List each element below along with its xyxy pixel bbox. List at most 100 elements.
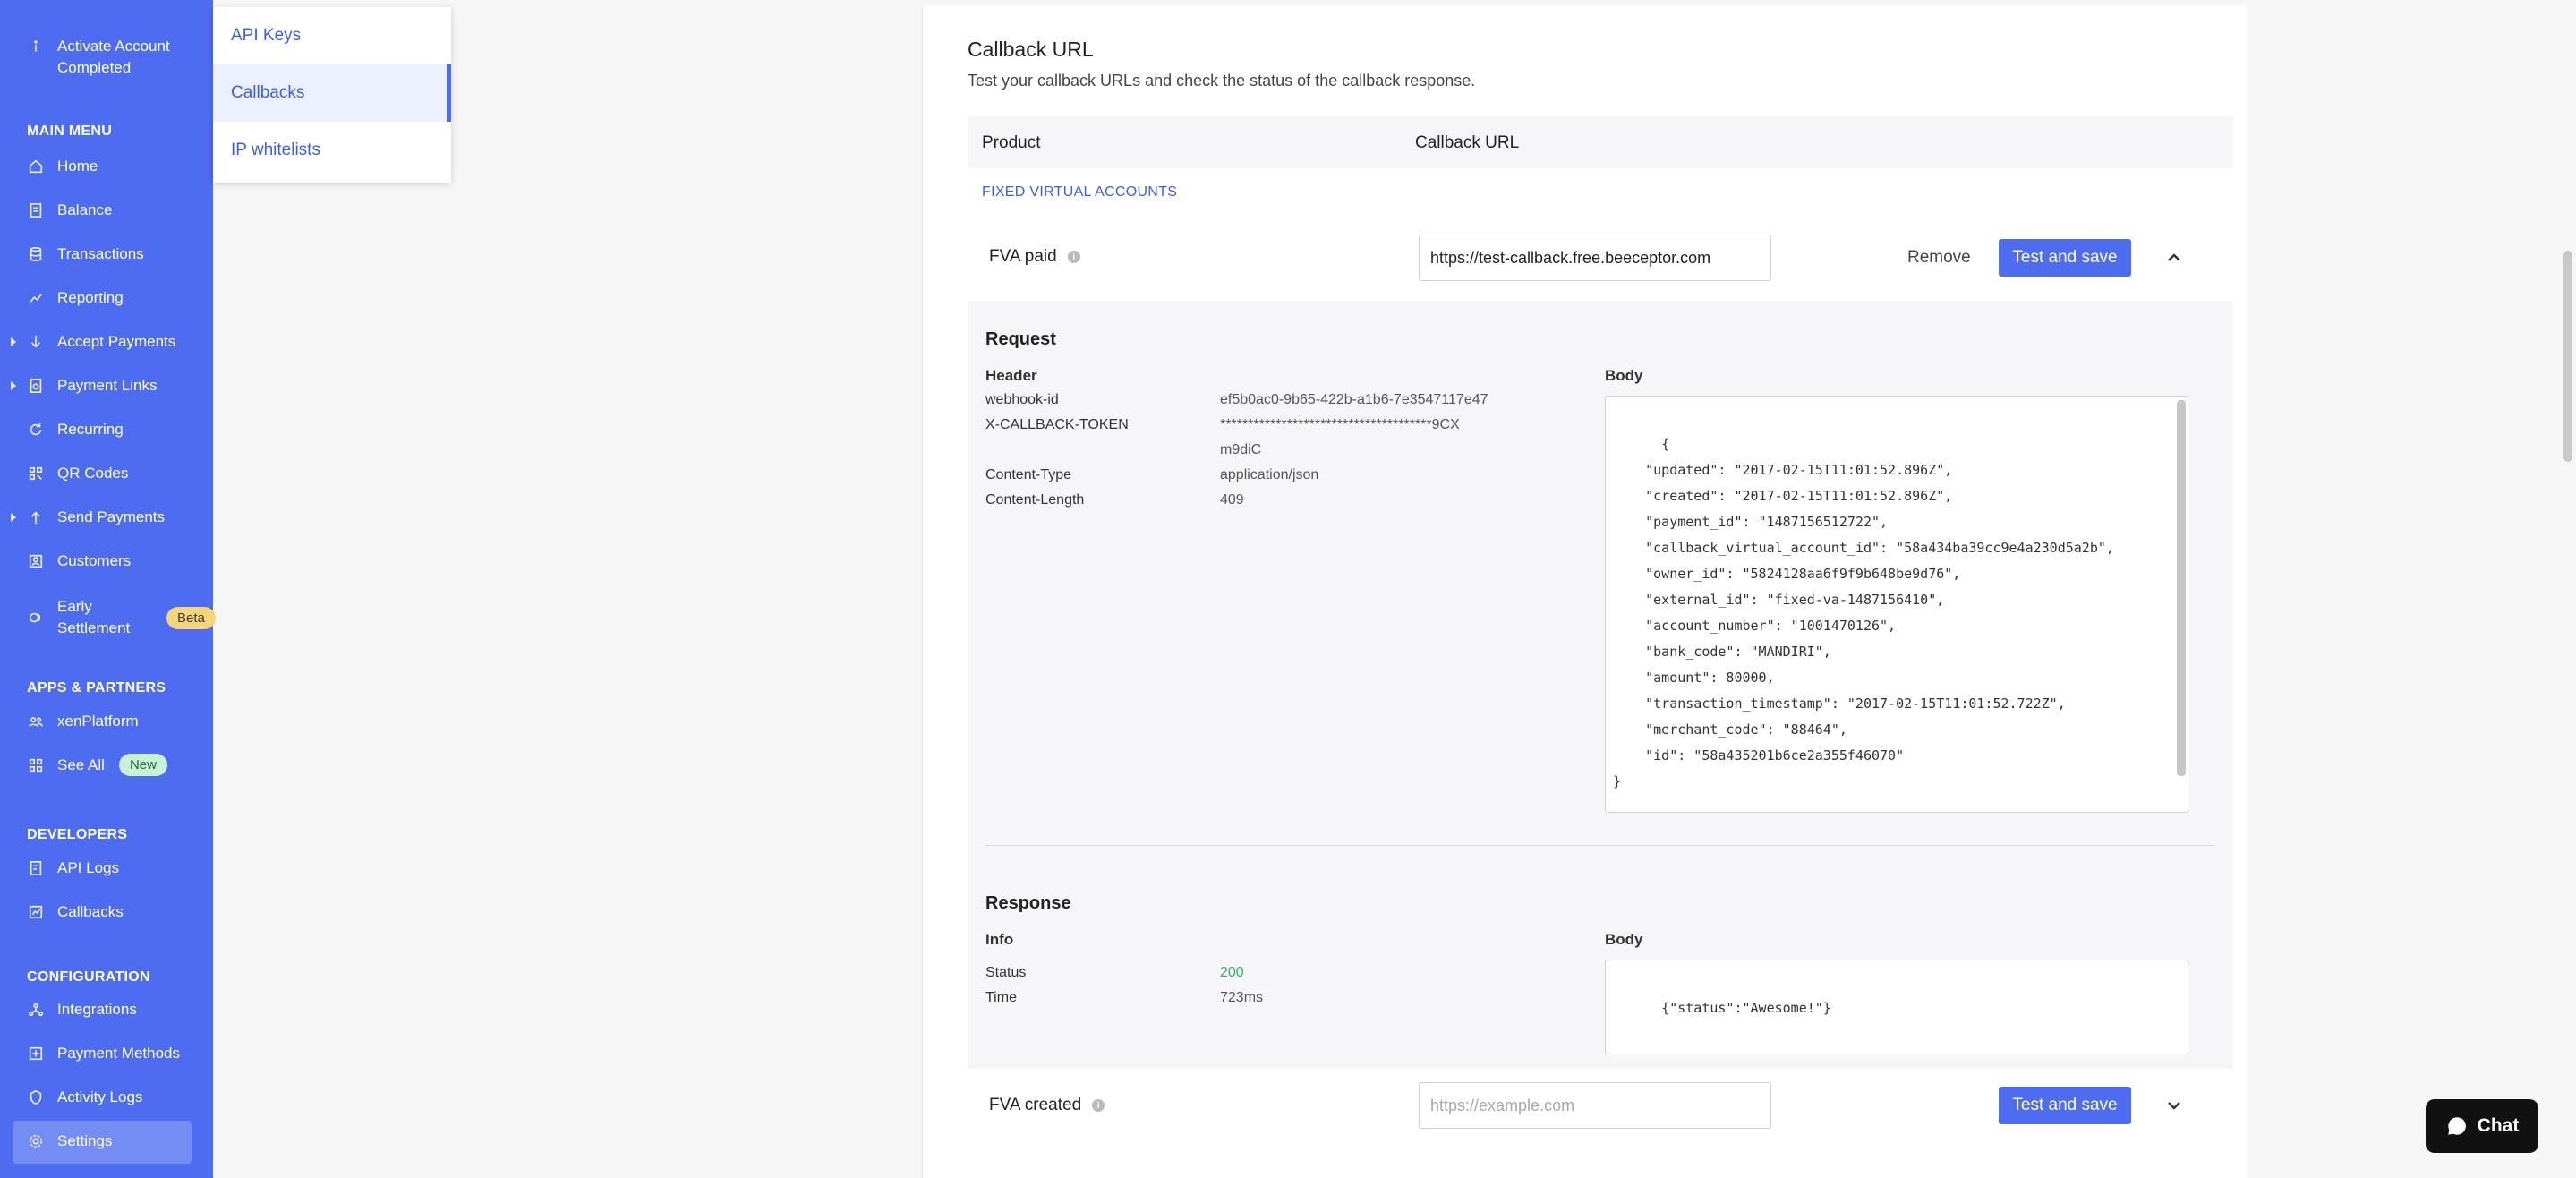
response-title: Response <box>985 893 1071 913</box>
header-value: application/json <box>1220 467 1319 482</box>
response-body-text: {"status":"Awesome!"} <box>1661 1000 1831 1016</box>
fva-paid-url-input[interactable] <box>1419 235 1771 281</box>
sidebar: Activate Account Completed MAIN MENU Hom… <box>0 0 216 1178</box>
response-info-title: Info <box>985 931 1014 948</box>
sidebar-item-callbacks[interactable]: Callbacks <box>27 903 124 921</box>
response-body-title: Body <box>1605 931 1643 948</box>
sidebar-item-label: Recurring <box>57 421 124 438</box>
group-fixed-virtual-accounts: FIXED VIRTUAL ACCOUNTS <box>982 184 1178 200</box>
page-title: Callback URL <box>968 38 1094 61</box>
sidebar-item-see-all[interactable]: See All New <box>27 754 167 776</box>
sidebar-item-customers[interactable]: Customers <box>27 552 131 570</box>
chevron-up-icon[interactable] <box>2163 247 2185 269</box>
page-scrollbar[interactable] <box>2563 251 2572 462</box>
sidebar-item-label: API Logs <box>57 859 119 876</box>
header-value: **************************************9C… <box>1220 417 1460 432</box>
integration-icon <box>27 1001 45 1019</box>
response-body-code[interactable]: {"status":"Awesome!"} <box>1605 960 2188 1054</box>
callback-url-card: Callback URL Test your callback URLs and… <box>922 5 2248 1178</box>
users-icon <box>27 713 45 730</box>
sidebar-item-send-payments[interactable]: Send Payments <box>27 508 165 526</box>
sidebar-item-label: Settings <box>57 1132 113 1149</box>
header-key: X-CALLBACK-TOKEN <box>985 417 1129 432</box>
chart-icon <box>27 289 45 307</box>
table-header: Product Callback URL <box>968 116 2233 168</box>
status-value: 200 <box>1220 965 1244 980</box>
sidebar-item-integrations[interactable]: Integrations <box>27 1001 137 1019</box>
qr-code-icon <box>27 465 45 482</box>
chat-button[interactable]: Chat <box>2426 1099 2538 1153</box>
refresh-icon <box>27 421 45 439</box>
main-menu-title: MAIN MENU <box>27 124 113 139</box>
scrollbar-thumb[interactable] <box>2177 400 2186 776</box>
column-callback-url: Callback URL <box>1415 133 1520 152</box>
submenu-item-ip-whitelists[interactable]: IP whitelists <box>213 122 451 179</box>
request-body-code[interactable]: { "updated": "2017-02-15T11:01:52.896Z",… <box>1605 396 2188 813</box>
log-document-icon <box>27 859 45 877</box>
chevron-down-icon[interactable] <box>2163 1095 2185 1116</box>
time-key: Time <box>985 990 1017 1005</box>
gear-icon <box>27 1132 45 1150</box>
sidebar-item-early-settlement[interactable]: Early Settlement Beta <box>27 596 216 639</box>
column-product: Product <box>982 133 1041 152</box>
row-label-fva-created: FVA created i <box>989 1096 1105 1115</box>
request-header-title: Header <box>985 367 1037 384</box>
grid-icon <box>27 756 45 774</box>
header-value: 409 <box>1220 492 1244 508</box>
sidebar-item-label: Customers <box>57 552 132 569</box>
plus-square-icon <box>27 1045 45 1063</box>
sidebar-item-label: Accept Payments <box>57 333 176 350</box>
shield-icon <box>27 1088 45 1106</box>
info-icon[interactable]: i <box>1092 1099 1105 1112</box>
expand-caret-icon[interactable] <box>11 337 16 346</box>
activate-account-item[interactable]: Activate Account Completed <box>27 36 192 79</box>
arrow-up-icon <box>27 508 45 526</box>
new-badge: New <box>118 754 167 776</box>
coins-icon <box>27 609 45 627</box>
sidebar-item-recurring[interactable]: Recurring <box>27 421 124 439</box>
submenu-item-callbacks[interactable]: Callbacks <box>213 64 451 122</box>
sidebar-item-label: Payment Methods <box>57 1045 181 1062</box>
settings-submenu: API Keys Callbacks IP whitelists <box>213 7 451 183</box>
sidebar-item-qr-codes[interactable]: QR Codes <box>27 465 128 482</box>
fva-created-url-input[interactable] <box>1419 1082 1771 1129</box>
sidebar-item-label: QR Codes <box>57 465 129 482</box>
sidebar-item-payment-links[interactable]: Payment Links <box>27 377 158 395</box>
contact-card-icon <box>27 552 45 570</box>
row-label-text: FVA created <box>989 1096 1082 1114</box>
header-key: webhook-id <box>985 392 1059 407</box>
sidebar-item-label: Balance <box>57 201 113 218</box>
test-and-save-button[interactable]: Test and save <box>1999 239 2131 277</box>
request-body-text: { "updated": "2017-02-15T11:01:52.896Z",… <box>1613 436 2114 790</box>
expand-caret-icon[interactable] <box>11 381 16 390</box>
header-key: Content-Length <box>985 492 1085 508</box>
apps-partners-title: APPS & PARTNERS <box>27 680 166 696</box>
sidebar-item-reporting[interactable]: Reporting <box>27 289 124 307</box>
expand-caret-icon[interactable] <box>11 513 16 522</box>
info-icon[interactable]: i <box>1067 251 1080 263</box>
sidebar-item-api-logs[interactable]: API Logs <box>27 859 119 877</box>
remove-button[interactable]: Remove <box>1907 248 1971 268</box>
link-document-icon <box>27 377 45 395</box>
sidebar-item-label: xenPlatform <box>57 713 139 730</box>
sidebar-item-settings[interactable]: Settings <box>27 1132 112 1150</box>
header-key: Content-Type <box>985 467 1072 482</box>
sidebar-item-xenplatform[interactable]: xenPlatform <box>27 713 139 730</box>
sidebar-item-activity-logs[interactable]: Activity Logs <box>27 1088 142 1106</box>
sidebar-item-payment-methods[interactable]: Payment Methods <box>27 1045 180 1063</box>
sidebar-item-label: Callbacks <box>57 903 124 920</box>
sidebar-item-balance[interactable]: Balance <box>27 201 112 219</box>
sidebar-item-accept-payments[interactable]: Accept Payments <box>27 333 175 351</box>
sidebar-item-home[interactable]: Home <box>27 158 98 175</box>
test-and-save-button[interactable]: Test and save <box>1999 1087 2131 1124</box>
sidebar-item-label: Home <box>57 158 98 175</box>
submenu-item-api-keys[interactable]: API Keys <box>213 7 451 64</box>
arrow-down-icon <box>27 333 45 351</box>
database-icon <box>27 245 45 263</box>
callback-detail-panel: Request Header Body webhook-id ef5b0ac0-… <box>968 301 2233 1069</box>
sidebar-item-label: Send Payments <box>57 508 166 525</box>
header-value: ef5b0ac0-9b65-422b-a1b6-7e3547117e47 <box>1220 392 1488 407</box>
sidebar-item-transactions[interactable]: Transactions <box>27 245 144 263</box>
sidebar-item-label: Activity Logs <box>57 1088 143 1105</box>
page-subtitle: Test your callback URLs and check the st… <box>968 72 1476 90</box>
